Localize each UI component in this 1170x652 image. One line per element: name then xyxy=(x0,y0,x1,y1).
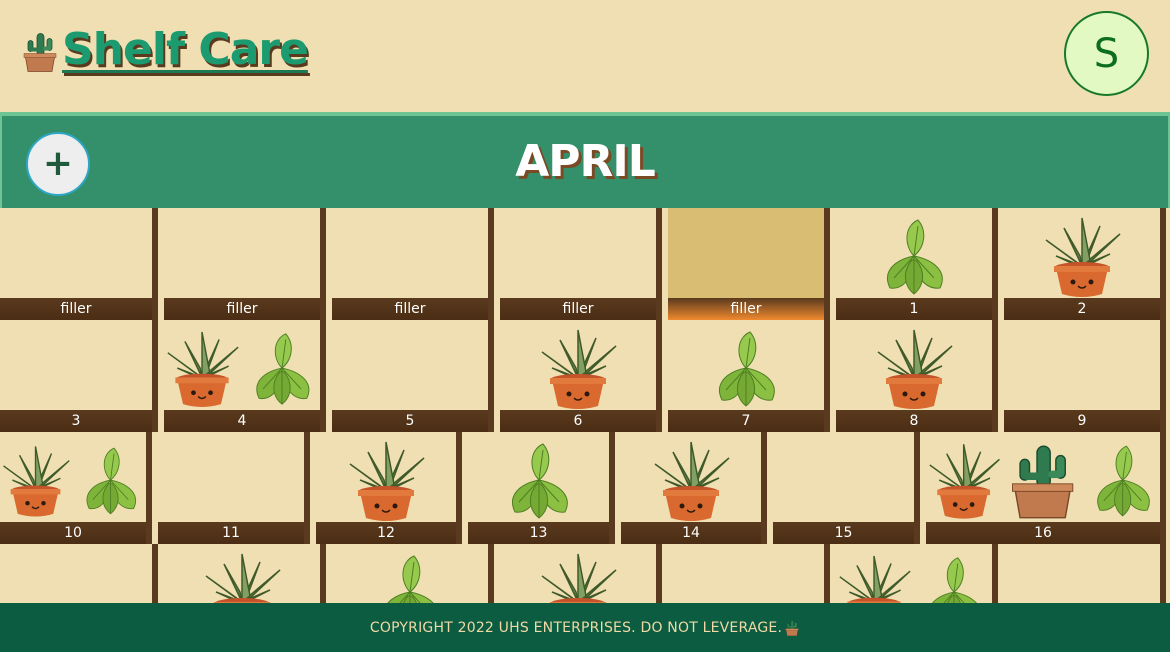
succulent-plant-icon[interactable] xyxy=(346,440,426,522)
logo[interactable]: Shelf Care xyxy=(20,24,309,76)
succulent-plant-icon[interactable] xyxy=(651,440,731,522)
footer: COPYRIGHT 2022 UHS ENTERPRISES. DO NOT L… xyxy=(0,603,1170,652)
calendar-day[interactable]: 5 xyxy=(332,320,494,432)
calendar-week-row: 10 11 12 13 14 15 16 xyxy=(0,432,1170,544)
day-label: 15 xyxy=(773,522,914,544)
calendar-day[interactable]: filler xyxy=(500,208,662,320)
calendar-day[interactable]: 4 xyxy=(164,320,326,432)
day-label: 6 xyxy=(500,410,656,432)
day-plants xyxy=(164,324,320,410)
day-plants xyxy=(332,324,488,410)
calendar-day[interactable]: 16 xyxy=(926,432,1166,544)
day-label: 2 xyxy=(1004,298,1160,320)
day-plants xyxy=(316,436,456,522)
day-label: 3 xyxy=(0,410,152,432)
day-plants xyxy=(164,212,320,298)
calendar-week-row: filler filler filler filler filler 1 2 xyxy=(0,208,1170,320)
potted-cactus-icon xyxy=(20,28,60,76)
basil-plant-icon[interactable] xyxy=(874,216,954,298)
succulent-plant-icon[interactable] xyxy=(164,328,240,410)
calendar-day[interactable]: 8 xyxy=(836,320,998,432)
potted-cactus-icon xyxy=(784,619,800,637)
day-plants xyxy=(668,212,824,298)
user-avatar[interactable]: S xyxy=(1064,11,1149,96)
succulent-plant-icon[interactable] xyxy=(874,328,954,410)
day-label: 1 xyxy=(836,298,992,320)
day-plants xyxy=(1004,212,1160,298)
calendar-day[interactable]: 7 xyxy=(668,320,830,432)
brand-title[interactable]: Shelf Care xyxy=(62,24,309,76)
day-label: 9 xyxy=(1004,410,1160,432)
succulent-plant-icon[interactable] xyxy=(538,328,618,410)
footer-text: COPYRIGHT 2022 UHS ENTERPRISES. DO NOT L… xyxy=(369,619,783,636)
basil-plant-icon[interactable] xyxy=(706,328,786,410)
day-plants xyxy=(500,324,656,410)
succulent-plant-icon[interactable] xyxy=(926,440,1001,522)
calendar-day[interactable]: 12 xyxy=(316,432,462,544)
calendar-day[interactable]: 2 xyxy=(1004,208,1166,320)
calendar-grid: filler filler filler filler filler 1 2 3 4 5 6 7 8 9 1… xyxy=(0,208,1170,652)
calendar-day[interactable]: 3 xyxy=(0,320,158,432)
calendar-day[interactable]: filler xyxy=(332,208,494,320)
calendar-day[interactable]: filler xyxy=(0,208,158,320)
day-label: filler xyxy=(332,298,488,320)
day-plants xyxy=(500,212,656,298)
succulent-plant-icon[interactable] xyxy=(1042,216,1122,298)
day-label: 16 xyxy=(926,522,1160,544)
day-plants xyxy=(158,436,304,522)
day-label: filler xyxy=(0,298,152,320)
day-plants xyxy=(1004,324,1160,410)
day-label: 8 xyxy=(836,410,992,432)
day-plants xyxy=(332,212,488,298)
day-label: 5 xyxy=(332,410,488,432)
day-plants xyxy=(0,436,146,522)
day-label: filler xyxy=(668,298,824,320)
month-title: APRIL xyxy=(515,136,656,187)
day-plants xyxy=(926,436,1160,522)
calendar-day[interactable]: filler xyxy=(164,208,326,320)
day-plants xyxy=(468,436,609,522)
calendar-day[interactable]: 14 xyxy=(621,432,767,544)
day-label: filler xyxy=(164,298,320,320)
day-label: 11 xyxy=(158,522,304,544)
day-plants xyxy=(773,436,914,522)
month-bar: + APRIL xyxy=(0,112,1170,208)
day-plants xyxy=(0,324,152,410)
basil-plant-icon[interactable] xyxy=(499,440,579,522)
app-header: Shelf Care S xyxy=(0,0,1170,112)
calendar-day[interactable]: 11 xyxy=(158,432,310,544)
day-plants xyxy=(621,436,761,522)
day-plants xyxy=(0,212,152,298)
day-label: 14 xyxy=(621,522,761,544)
basil-plant-icon[interactable] xyxy=(244,328,320,410)
day-label: 10 xyxy=(0,522,146,544)
day-plants xyxy=(836,212,992,298)
calendar-day[interactable]: 10 xyxy=(0,432,152,544)
calendar-day[interactable]: 13 xyxy=(468,432,615,544)
day-label: 7 xyxy=(668,410,824,432)
succulent-plant-icon[interactable] xyxy=(0,440,71,522)
calendar-day[interactable]: 6 xyxy=(500,320,662,432)
day-label: 4 xyxy=(164,410,320,432)
day-label: 13 xyxy=(468,522,609,544)
calendar-day[interactable]: 1 xyxy=(836,208,998,320)
basil-plant-icon[interactable] xyxy=(75,440,146,522)
day-plants xyxy=(668,324,824,410)
calendar-day[interactable]: 15 xyxy=(773,432,920,544)
calendar-week-row: 3456789 xyxy=(0,320,1170,432)
day-plants xyxy=(836,324,992,410)
day-label: filler xyxy=(500,298,656,320)
cactus-plant-icon[interactable] xyxy=(1005,440,1080,522)
calendar-day-today[interactable]: filler xyxy=(668,208,830,320)
day-label: 12 xyxy=(316,522,456,544)
basil-plant-icon[interactable] xyxy=(1085,440,1160,522)
calendar-day[interactable]: 9 xyxy=(1004,320,1166,432)
